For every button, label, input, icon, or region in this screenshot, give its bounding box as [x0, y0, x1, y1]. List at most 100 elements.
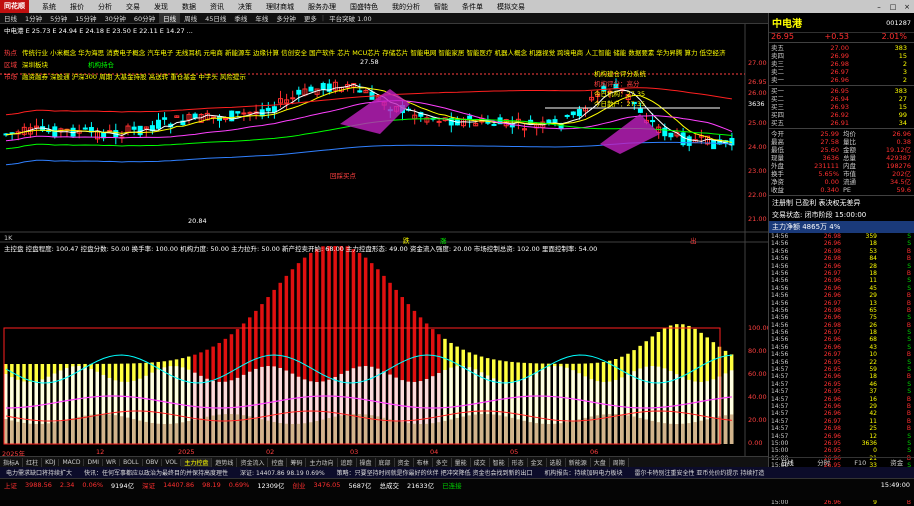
maximize-icon[interactable]: □	[886, 3, 900, 11]
indicator-tab[interactable]: 操盘	[357, 458, 376, 467]
period-tab[interactable]: 5分钟	[46, 13, 71, 23]
period-tab[interactable]: 30分钟	[101, 13, 130, 23]
indicator-tab[interactable]: 红柱	[23, 458, 42, 467]
menu-item[interactable]: 发现	[147, 2, 175, 12]
menu-item[interactable]: 条件单	[455, 2, 490, 12]
tick-time: 14:56	[771, 292, 803, 299]
period-tab[interactable]: 更多	[300, 13, 321, 23]
indicator-tab[interactable]: WR	[103, 459, 120, 466]
indicator-tab[interactable]: 量能	[452, 458, 471, 467]
tick-volume: 46	[841, 381, 877, 388]
index-cy-name[interactable]: 创业	[289, 480, 310, 490]
indicator-bar-base	[163, 424, 167, 444]
tick-time: 14:56	[771, 233, 803, 240]
period-tab[interactable]: 周线	[180, 13, 201, 23]
news-ticker[interactable]: 电力需求缺口将持续扩大快讯：任何军事都应以政治为最终目的并保持高度理性深证: 1…	[0, 467, 914, 478]
news-item[interactable]: 机构报告：持续加码电力板块	[538, 468, 628, 477]
panel-tab[interactable]: 分时	[806, 458, 843, 467]
indicator-tab[interactable]: 智能	[490, 458, 509, 467]
menu-item[interactable]: 数据	[175, 2, 203, 12]
period-tab[interactable]: 15分钟	[71, 13, 100, 23]
close-icon[interactable]: ×	[900, 3, 914, 11]
menu-item[interactable]: 服务办理	[301, 2, 343, 12]
indicator-tab[interactable]: 新能源	[566, 458, 591, 467]
indicator-tab[interactable]: 成交	[471, 458, 490, 467]
tick-price: 26.96	[803, 263, 841, 270]
index-sh-name[interactable]: 上证	[0, 480, 21, 490]
menu-item[interactable]: 国盛特色	[343, 2, 385, 12]
menu-item[interactable]: 系统	[35, 2, 63, 12]
stat-key: 市值	[839, 170, 867, 178]
news-item[interactable]: 快讯：任何军事都应以政治为最终目的并保持高度理性	[78, 468, 234, 477]
tick-time: 14:56	[771, 263, 803, 270]
indicator-tab[interactable]: 底部	[376, 458, 395, 467]
news-item[interactable]: 深证: 14407.86 98.19 0.69%	[234, 468, 331, 477]
indicator-tab[interactable]: MACD	[59, 459, 84, 466]
tick-time: 14:56	[771, 307, 803, 314]
period-tab[interactable]: 多分钟	[272, 13, 300, 23]
tick-side: B	[877, 322, 911, 329]
tick-time: 14:57	[771, 388, 803, 395]
indicator-tab[interactable]: 控盘	[268, 458, 287, 467]
menu-item[interactable]: 模拟交易	[490, 2, 532, 12]
panel-tab[interactable]: 资金	[879, 458, 914, 467]
menu-item[interactable]: 决策	[231, 2, 259, 12]
menu-item[interactable]: 资讯	[203, 2, 231, 12]
indicator-tab[interactable]: KDJ	[42, 459, 59, 466]
indicator-bar-base	[529, 422, 533, 444]
indicator-bar-base	[541, 424, 545, 444]
kline-chart-area[interactable]: 中电港 E 25.73 E 24.94 E 24.18 E 23.50 E 22…	[0, 24, 768, 456]
menu-item[interactable]: 理财商城	[259, 2, 301, 12]
news-item[interactable]: 雷尔卡特别注重安全性 亚币兑价约提示 持续打造	[629, 468, 771, 477]
minimize-icon[interactable]: –	[872, 3, 886, 11]
index-sz-name[interactable]: 深证	[138, 480, 159, 490]
indicator-tab[interactable]: 趋势线	[212, 458, 237, 467]
indicator-tab[interactable]: BOLL	[120, 459, 142, 466]
indicator-tab[interactable]: 选股	[547, 458, 566, 467]
period-tab[interactable]: 年线	[251, 13, 272, 23]
indicator-bar-base	[22, 423, 26, 444]
period-tab[interactable]: 45日线	[201, 13, 230, 23]
period-tab[interactable]: 日线	[0, 13, 21, 23]
news-item[interactable]: 电力需求缺口将持续扩大	[0, 468, 78, 477]
indicator-tab[interactable]: 大盘	[591, 458, 610, 467]
panel-tab[interactable]: 日线	[769, 458, 806, 467]
indicator-tab[interactable]: 形态	[509, 458, 528, 467]
period-tab-active[interactable]: 日线	[159, 13, 180, 23]
tick-volume: 9	[841, 499, 877, 506]
indicator-tab[interactable]: 多空	[433, 458, 452, 467]
indicator-tab[interactable]: 追踪	[338, 458, 357, 467]
indicator-tab[interactable]: 筹码	[287, 458, 306, 467]
period-tab[interactable]: 季线	[230, 13, 251, 23]
indicator-tab[interactable]: 周期	[610, 458, 629, 467]
indicator-bar-base	[303, 423, 307, 444]
panel-tab[interactable]: F10	[842, 458, 879, 467]
indicator-tab[interactable]: 指标A	[0, 458, 23, 467]
menu-item[interactable]: 我的分析	[385, 2, 427, 12]
tick-volume: 28	[841, 263, 877, 270]
stat-row: 换手5.65%市值202亿	[769, 170, 914, 178]
tick-side: B	[877, 300, 911, 307]
menu-item[interactable]: 报价	[63, 2, 91, 12]
indicator-tab[interactable]: 资金流入	[237, 458, 268, 467]
indicator-tab[interactable]: 金叉	[528, 458, 547, 467]
news-item[interactable]: 策略：只要坚持时间就是你最好的伙伴 把冲突降低 资金也会找到新的出口	[331, 468, 539, 477]
indicator-tab[interactable]: OBV	[143, 459, 163, 466]
menu-item[interactable]: 分析	[91, 2, 119, 12]
tick-price: 26.98	[803, 248, 841, 255]
indicator-tab[interactable]: 主力控盘	[181, 458, 212, 467]
indicator-tab[interactable]: 主力动向	[306, 458, 337, 467]
box-line2: 今日机构：27.35	[594, 88, 676, 98]
period-tab[interactable]: 60分钟	[130, 13, 159, 23]
indicator-tab[interactable]: 布林	[414, 458, 433, 467]
y-axis-label: 26.00	[748, 89, 767, 97]
indicator-tab[interactable]: VOL	[162, 459, 181, 466]
indicator-tab[interactable]: 资金	[395, 458, 414, 467]
indicator-tab[interactable]: DMI	[84, 459, 103, 466]
stat-row: 今开25.99均价26.96	[769, 130, 914, 138]
menu-item[interactable]: 交易	[119, 2, 147, 12]
tick-row: 14:5726.9612S	[769, 433, 914, 440]
menu-item[interactable]: 智能	[427, 2, 455, 12]
period-tab[interactable]: 1分钟	[21, 13, 46, 23]
tick-time: 14:57	[771, 396, 803, 403]
